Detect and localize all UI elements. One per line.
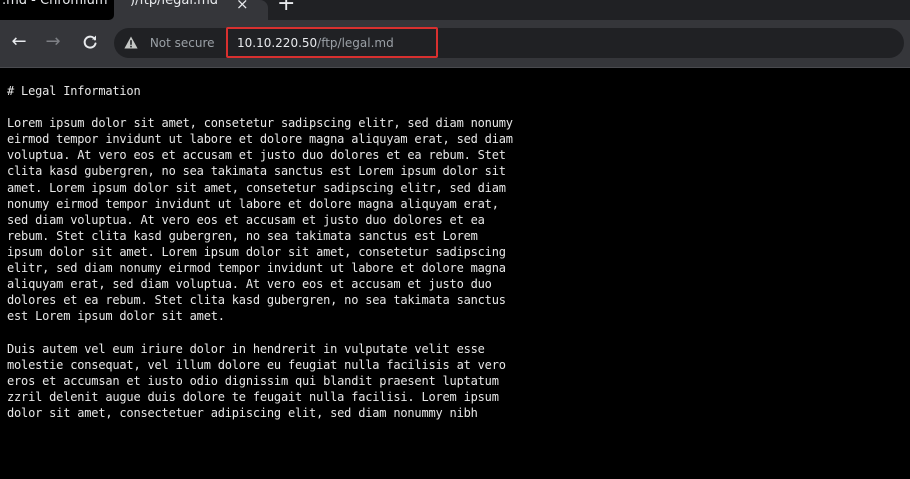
forward-arrow-icon[interactable]: → — [43, 32, 63, 52]
document-line: rebum. Stet clita kasd gubergren, no sea… — [7, 228, 478, 243]
document-line: molestie consequat, vel illum dolore eu … — [7, 357, 506, 372]
browser-toolbar: ← → Not secure 10.10.220.50/ftp/legal.md — [0, 20, 910, 68]
document-line: elitr, sed diam nonumy eirmod tempor inv… — [7, 261, 506, 276]
reload-glyph-icon — [83, 35, 97, 49]
back-arrow-icon[interactable]: ← — [9, 32, 29, 52]
document-line: eros et accumsan et iusto odio dignissim… — [7, 373, 499, 388]
address-bar[interactable]: Not secure 10.10.220.50/ftp/legal.md — [114, 27, 904, 58]
document-line: sed diam voluptua. At vero eos et accusa… — [7, 212, 485, 227]
document-line: aliquyam erat, sed diam voluptua. At ver… — [7, 277, 492, 292]
document-line: Duis autem vel eum iriure dolor in hendr… — [7, 341, 485, 356]
warning-triangle-icon — [124, 36, 138, 49]
not-secure-label: Not secure — [149, 36, 215, 50]
document-line: zzril delenit augue duis dolore te feuga… — [7, 389, 499, 404]
document-line — [7, 99, 513, 115]
document-line: nonumy eirmod tempor invidunt ut labore … — [7, 196, 499, 211]
document-line: ipsum dolor sit amet. Lorem ipsum dolor … — [7, 244, 506, 259]
new-tab-icon[interactable]: + — [277, 0, 295, 15]
security-indicator[interactable]: Not secure — [124, 35, 215, 51]
document-line: dolores et ea rebum. Stet clita kasd gub… — [7, 293, 506, 308]
document-line — [7, 324, 513, 340]
url-path: /ftp/legal.md — [317, 36, 394, 50]
document-line: amet. Lorem ipsum dolor sit amet, conset… — [7, 180, 506, 195]
document-line: est Lorem ipsum dolor sit amet. — [7, 309, 225, 324]
document-line: eirmod tempor invidunt ut labore et dolo… — [7, 132, 513, 147]
close-tab-icon[interactable]: × — [236, 0, 249, 12]
document-line: voluptua. At vero eos et accusam et just… — [7, 148, 506, 163]
document-line: Lorem ipsum dolor sit amet, consetetur s… — [7, 116, 513, 131]
markdown-document: # Legal Information Lorem ipsum dolor si… — [7, 83, 513, 421]
tooltip-text: .md - Chromium — [2, 0, 108, 8]
document-line: clita kasd gubergren, no sea takimata sa… — [7, 164, 506, 179]
tab-strip: )/ftp/legal.md × .md - Chromium + — [0, 0, 910, 20]
url-host: 10.10.220.50 — [237, 36, 318, 50]
tab-title-text: )/ftp/legal.md — [130, 0, 219, 8]
browser-window: )/ftp/legal.md × .md - Chromium + ← → No… — [0, 0, 910, 479]
document-line: dolor sit amet, consectetuer adipiscing … — [7, 405, 478, 420]
document-heading: # Legal Information — [7, 84, 141, 98]
tab-hover-tooltip: .md - Chromium — [0, 0, 114, 20]
reload-icon[interactable] — [80, 32, 100, 52]
page-content: # Legal Information Lorem ipsum dolor si… — [0, 68, 910, 479]
url-text[interactable]: 10.10.220.50/ftp/legal.md — [237, 35, 394, 51]
